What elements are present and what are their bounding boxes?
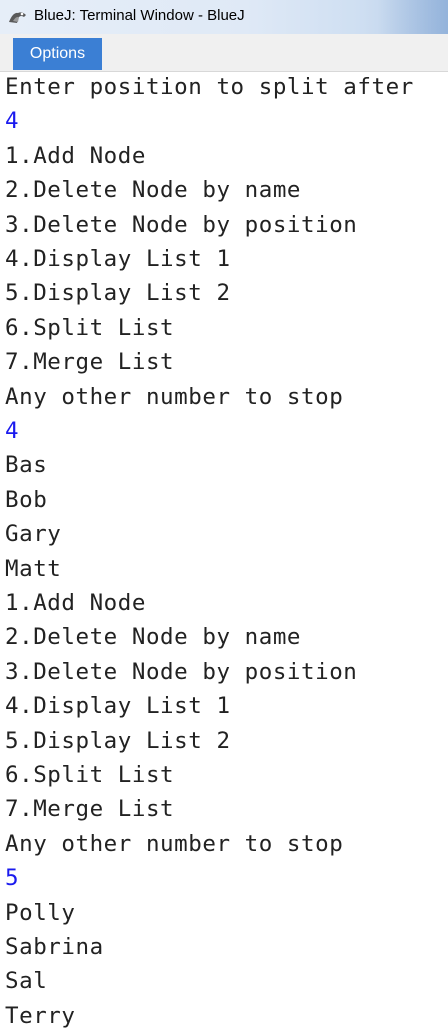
terminal-output-line: 2.Delete Node by name	[5, 624, 302, 651]
terminal-output-line: 5.Display List 2	[5, 280, 231, 307]
title-bar[interactable]: BlueJ: Terminal Window - BlueJ	[0, 0, 448, 34]
terminal-output-line: 7.Merge List	[5, 796, 175, 823]
terminal-output-line: Enter position to split after	[5, 74, 414, 100]
terminal-output-line: Sabrina	[5, 934, 104, 960]
terminal-output-line: 6.Split List	[5, 762, 175, 788]
menu-options[interactable]: Options	[13, 38, 102, 70]
terminal-input-line: 4	[5, 108, 20, 135]
terminal-output-line: Polly	[5, 899, 76, 926]
terminal-output-line: 7.Merge List	[5, 349, 175, 376]
terminal-output-line: 3.Delete Node by position	[5, 211, 358, 238]
terminal-output-line: Any other number to stop	[5, 830, 344, 857]
terminal-output-line: 6.Split List	[5, 314, 175, 341]
terminal-output-line: Bas	[5, 452, 48, 479]
terminal-output-line: 4.Display List 1	[5, 693, 231, 720]
terminal-input-line: 4	[5, 418, 20, 444]
terminal-output[interactable]: Enter position to split after 4 1.Add Node…	[0, 72, 448, 1031]
terminal-output-line: Matt	[5, 555, 62, 582]
terminal-output-line: 2.Delete Node by name	[5, 177, 302, 204]
terminal-input-line: 5	[5, 865, 20, 892]
terminal-output-line: Any other number to stop	[5, 383, 344, 410]
bluej-app-icon[interactable]	[7, 8, 29, 26]
terminal-output-line: 1.Add Node	[5, 142, 146, 169]
window-title: BlueJ: Terminal Window - BlueJ	[34, 7, 245, 24]
terminal-output-line: Gary	[5, 521, 62, 548]
terminal-output-line: 3.Delete Node by position	[5, 658, 358, 685]
terminal-output-line: Terry	[5, 1002, 76, 1029]
terminal-output-line: 4.Display List 1	[5, 246, 231, 272]
menu-bar: Options	[0, 34, 448, 72]
title-bar-glow	[378, 0, 448, 34]
terminal-output-line: Bob	[5, 486, 48, 513]
terminal-output-line: Sal	[5, 968, 48, 995]
terminal-output-line: 5.Display List 2	[5, 727, 231, 754]
terminal-output-line: 1.Add Node	[5, 590, 146, 616]
